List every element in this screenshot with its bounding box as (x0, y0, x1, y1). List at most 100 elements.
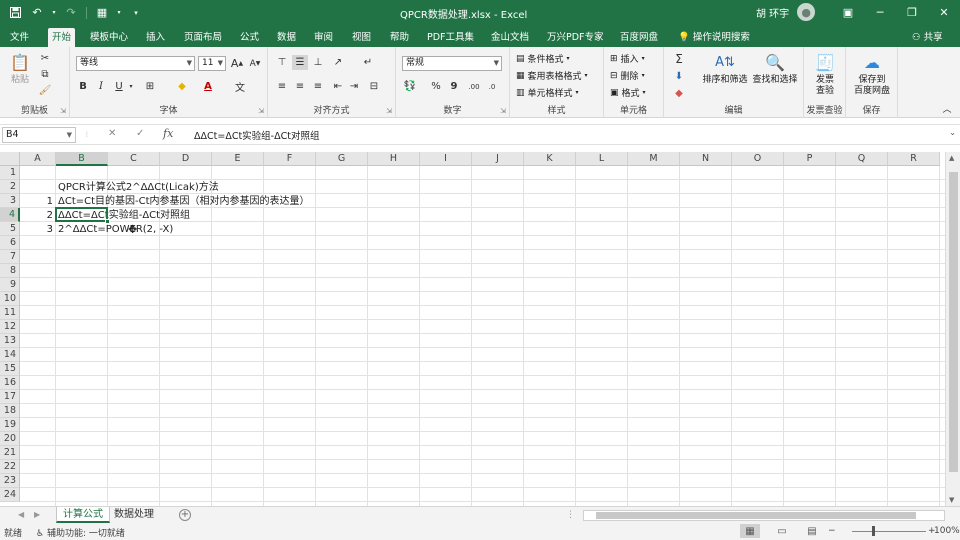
decrease-decimal-icon[interactable]: .0 (484, 79, 500, 94)
select-all-button[interactable] (0, 152, 20, 166)
sort-filter-button[interactable]: A⇅ 排序和筛选 (700, 51, 750, 86)
row-header-8[interactable]: 8 (0, 264, 20, 278)
row-header-4[interactable]: 4 (0, 208, 20, 222)
find-select-button[interactable]: 🔍 查找和选择 (750, 51, 800, 86)
row-header-19[interactable]: 19 (0, 418, 20, 432)
tab-formulas[interactable]: 公式 (236, 28, 263, 47)
user-account[interactable]: 胡 环宇 ● (756, 3, 816, 21)
row-header-14[interactable]: 14 (0, 348, 20, 362)
save-icon[interactable] (6, 4, 24, 21)
normal-view-icon[interactable]: ▦ (740, 524, 760, 538)
format-cells-button[interactable]: ▣ 格式 ▾ (610, 86, 646, 100)
increase-decimal-icon[interactable]: .00 (466, 79, 482, 94)
conditional-formatting-button[interactable]: ▤ 条件格式 ▾ (516, 52, 570, 66)
column-header-n[interactable]: N (680, 152, 732, 166)
bold-button[interactable]: B (76, 79, 90, 94)
row-header-15[interactable]: 15 (0, 362, 20, 376)
tab-insert[interactable]: 插入 (142, 28, 169, 47)
alignment-launcher-icon[interactable]: ⇲ (386, 107, 392, 115)
restore-button[interactable]: ❐ (896, 0, 928, 25)
format-painter-icon[interactable]: 🖌 (38, 83, 52, 97)
worksheet-grid[interactable]: A B C D E F G H I J K L M N O P Q R 1 2 3 4 5 6 7 8 9 10 11 12 13 14 15 1… (0, 152, 945, 506)
row-header-5[interactable]: 5 (0, 222, 20, 236)
clear-icon[interactable]: ◆ (672, 86, 686, 100)
column-header-b[interactable]: B (56, 152, 108, 166)
row-header-10[interactable]: 10 (0, 292, 20, 306)
tab-home[interactable]: 开始 (48, 28, 76, 47)
row-header-3[interactable]: 3 (0, 194, 20, 208)
row-header-7[interactable]: 7 (0, 250, 20, 264)
row-header-24[interactable]: 24 (0, 488, 20, 502)
font-color-icon[interactable]: A (200, 79, 216, 94)
zoom-out-button[interactable]: − (828, 526, 836, 536)
tab-view[interactable]: 视图 (348, 28, 375, 47)
tab-wondershare-pdf[interactable]: 万兴PDF专家 (543, 28, 608, 47)
add-sheet-icon[interactable]: + (179, 509, 191, 521)
align-middle-icon[interactable]: ☰ (292, 55, 308, 70)
percent-button[interactable]: % (430, 79, 442, 94)
increase-font-size-button[interactable]: A ▲ (230, 56, 244, 71)
tab-baidu-netdisk[interactable]: 百度网盘 (616, 28, 662, 47)
undo-dropdown-icon[interactable]: ▾ (50, 4, 58, 21)
cell-b2[interactable]: QPCR计算公式2^ΔΔCt(Licak)方法 (58, 181, 219, 194)
column-header-r[interactable]: R (888, 152, 940, 166)
tab-page-layout[interactable]: 页面布局 (180, 28, 226, 47)
tell-me-search[interactable]: 💡 操作说明搜索 (678, 28, 750, 47)
font-launcher-icon[interactable]: ⇲ (258, 107, 264, 115)
row-header-20[interactable]: 20 (0, 432, 20, 446)
column-header-i[interactable]: I (420, 152, 472, 166)
cancel-icon[interactable]: ✕ (108, 128, 116, 139)
merge-center-icon[interactable]: ⊟ (366, 79, 382, 94)
share-button[interactable]: ⚇ 共享 (912, 28, 943, 47)
save-to-baidu-button[interactable]: ☁ 保存到 百度网盘 (850, 51, 894, 97)
column-header-d[interactable]: D (160, 152, 212, 166)
row-header-23[interactable]: 23 (0, 474, 20, 488)
page-layout-view-icon[interactable]: ▭ (772, 524, 792, 538)
sheet-nav-next-icon[interactable]: ▶ (34, 510, 40, 519)
sheet-nav-prev-icon[interactable]: ◀ (18, 510, 24, 519)
increase-indent-icon[interactable]: ⇥ (346, 79, 362, 94)
expand-formula-bar-icon[interactable]: ⌄ (949, 128, 956, 137)
page-break-view-icon[interactable]: ▤ (802, 524, 822, 538)
form-dropdown-icon[interactable]: ▾ (115, 4, 123, 21)
column-header-a[interactable]: A (20, 152, 56, 166)
delete-cells-button[interactable]: ⊟ 删除 ▾ (610, 69, 645, 83)
format-as-table-button[interactable]: ▦ 套用表格格式 ▾ (516, 69, 588, 83)
fill-icon[interactable]: ⬇ (672, 69, 686, 83)
zoom-slider[interactable] (852, 531, 926, 532)
row-header-9[interactable]: 9 (0, 278, 20, 292)
tab-file[interactable]: 文件 (6, 28, 33, 47)
close-button[interactable]: ✕ (928, 0, 960, 25)
underline-dropdown-icon[interactable]: ▾ (127, 79, 135, 94)
sheet-tab-data-processing[interactable]: 数据处理 (108, 507, 160, 523)
tab-template-center[interactable]: 模板中心 (86, 28, 132, 47)
copy-icon[interactable]: ⧉ (38, 67, 52, 81)
row-header-17[interactable]: 17 (0, 390, 20, 404)
ribbon-display-options-button[interactable]: ▣ (832, 0, 864, 25)
undo-icon[interactable]: ↶ (28, 4, 46, 21)
decrease-font-size-button[interactable]: A ▼ (248, 56, 262, 71)
align-center-icon[interactable]: ≡ (292, 79, 308, 94)
redo-icon[interactable]: ↷ (62, 4, 80, 21)
row-header-16[interactable]: 16 (0, 376, 20, 390)
customize-icon[interactable]: ▾ (127, 4, 145, 21)
cut-icon[interactable]: ✂ (38, 51, 52, 65)
align-top-icon[interactable]: ⊤ (274, 55, 290, 70)
cell-a5[interactable]: 3 (20, 223, 53, 236)
decrease-indent-icon[interactable]: ⇤ (330, 79, 346, 94)
fill-color-icon[interactable]: ◆ (174, 79, 190, 94)
minimize-button[interactable]: ─ (864, 0, 896, 25)
wrap-text-icon[interactable]: ↵ (360, 55, 376, 70)
column-header-h[interactable]: H (368, 152, 420, 166)
column-header-k[interactable]: K (524, 152, 576, 166)
clipboard-launcher-icon[interactable]: ⇲ (60, 107, 66, 115)
scroll-up-icon[interactable]: ▲ (949, 154, 954, 162)
row-header-18[interactable]: 18 (0, 404, 20, 418)
comma-style-button[interactable]: 9 (448, 79, 460, 94)
number-format-select[interactable]: 常规 ▼ (402, 56, 502, 71)
row-header-11[interactable]: 11 (0, 306, 20, 320)
vertical-scroll-thumb[interactable] (949, 172, 958, 472)
row-header-12[interactable]: 12 (0, 320, 20, 334)
sheet-tab-calc-formulas[interactable]: 计算公式 (56, 507, 110, 523)
row-header-13[interactable]: 13 (0, 334, 20, 348)
